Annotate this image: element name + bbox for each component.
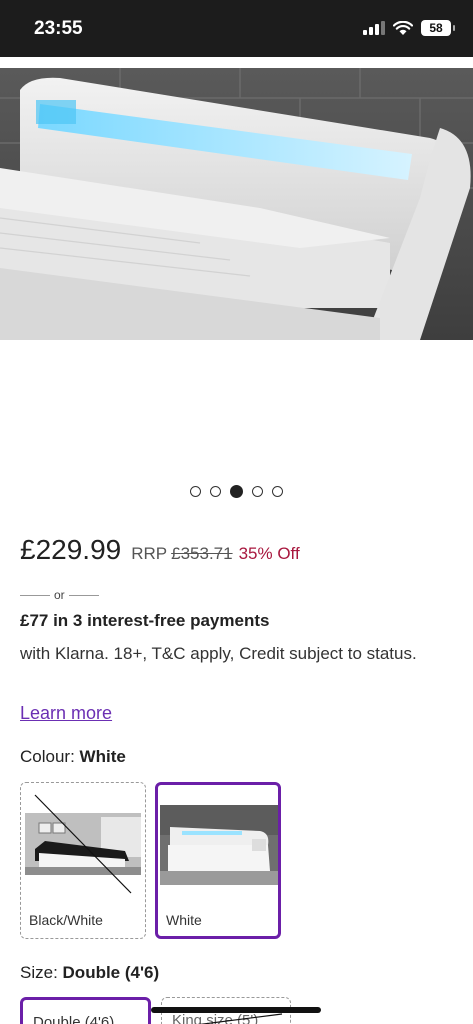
bed-photo	[0, 68, 473, 340]
carousel-dots[interactable]	[0, 485, 473, 498]
product-image[interactable]	[0, 68, 473, 340]
carousel-dot[interactable]	[210, 486, 221, 497]
price: £229.99	[20, 534, 122, 565]
rrp: RRP £353.71	[131, 544, 232, 564]
status-time: 23:55	[34, 18, 83, 39]
rrp-price: £353.71	[171, 544, 233, 563]
white-thumbnail	[160, 805, 278, 885]
swatch-label: White	[166, 912, 202, 928]
size-option-double[interactable]: Double (4'6)	[20, 997, 151, 1024]
wifi-icon	[393, 20, 413, 35]
or-divider: or	[20, 588, 99, 602]
colour-label: Colour: White	[20, 747, 126, 767]
battery-icon: 58	[421, 20, 455, 36]
rrp-label: RRP	[131, 544, 168, 563]
klarna-details: with Klarna. 18+, T&C apply, Credit subj…	[20, 644, 417, 663]
klarna-headline: £77 in 3 interest-free payments	[20, 611, 270, 630]
carousel-dot[interactable]	[272, 486, 283, 497]
learn-more-link[interactable]: Learn more	[20, 703, 112, 724]
carousel-dot[interactable]	[252, 486, 263, 497]
colour-option-white[interactable]: White	[155, 782, 281, 939]
colour-label-text: Colour:	[20, 747, 75, 766]
home-indicator[interactable]	[151, 1007, 321, 1013]
carousel-dot[interactable]	[190, 486, 201, 497]
size-selected: Double (4'6)	[62, 963, 160, 982]
colour-option-black-white[interactable]: Black/White	[20, 782, 146, 939]
image-whitespace	[0, 340, 473, 480]
size-label: Size: Double (4'6)	[20, 963, 159, 983]
discount-badge: 35% Off	[238, 544, 300, 563]
price-row: £229.99 RRP £353.71 35% Off	[20, 534, 300, 566]
status-icons: 58	[363, 20, 455, 36]
carousel-dot[interactable]	[230, 485, 243, 498]
colour-selected: White	[79, 747, 126, 766]
swatch-label: Black/White	[29, 912, 103, 928]
signal-icon	[363, 21, 385, 35]
status-bar: 23:55 58	[0, 0, 473, 57]
or-text: or	[54, 588, 65, 602]
size-label-text: Size:	[20, 963, 58, 982]
